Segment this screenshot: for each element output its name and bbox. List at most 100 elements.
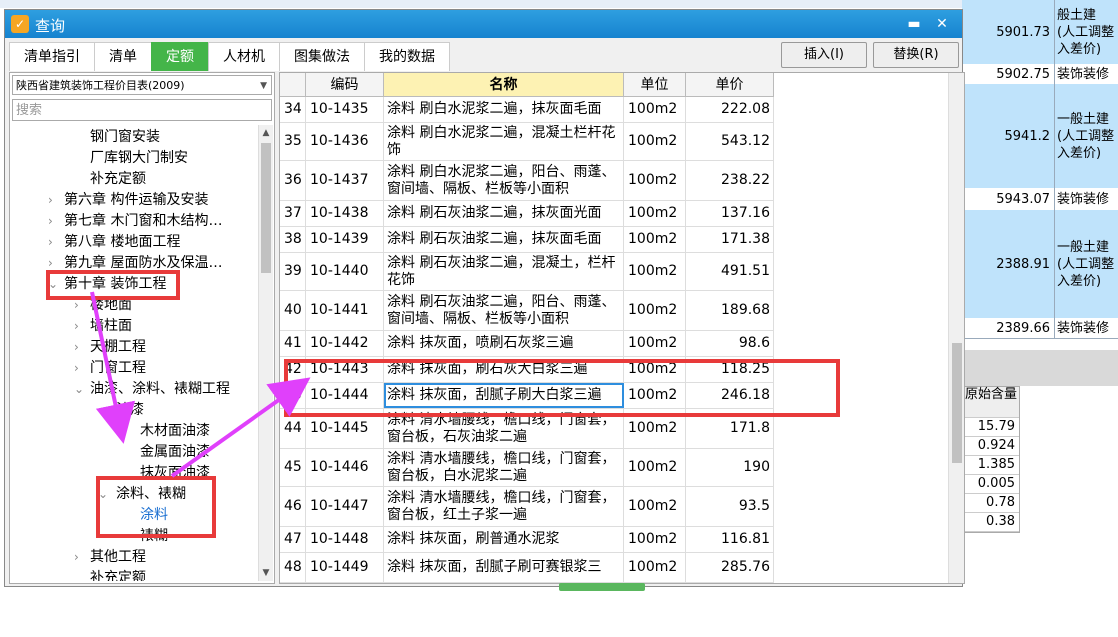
tree-node[interactable]: 第八章 楼地面工程 bbox=[64, 232, 180, 253]
row-index: 37 bbox=[280, 201, 306, 226]
background-table-cell: 0.38 bbox=[963, 513, 1019, 532]
row-index: 40 bbox=[280, 291, 306, 330]
scroll-down-icon[interactable]: ▼ bbox=[259, 565, 273, 581]
row-index: 36 bbox=[280, 161, 306, 200]
row-code: 10-1446 bbox=[306, 449, 384, 486]
row-code: 10-1438 bbox=[306, 201, 384, 226]
background-value: 5901.73 bbox=[996, 24, 1050, 40]
close-button[interactable]: ✕ bbox=[931, 14, 953, 34]
highlight-rows bbox=[284, 359, 840, 417]
resize-handle[interactable] bbox=[559, 583, 645, 591]
row-index: 46 bbox=[280, 487, 306, 526]
scroll-up-icon[interactable]: ▲ bbox=[259, 125, 273, 141]
tab-atlas[interactable]: 图集做法 bbox=[279, 42, 365, 71]
row-unit: 100m2 bbox=[624, 291, 686, 330]
background-value: 5943.07 bbox=[996, 191, 1050, 207]
tab-materials[interactable]: 人材机 bbox=[208, 42, 280, 71]
search-input[interactable]: 搜索 bbox=[12, 99, 272, 121]
tree-node[interactable]: 木材面油漆 bbox=[140, 421, 210, 442]
chevron-right-icon[interactable]: › bbox=[48, 211, 58, 232]
background-text: 装饰装修 bbox=[1054, 318, 1118, 338]
background-content-table: 原始含量 15.79 0.924 1.385 0.005 0.78 0.38 bbox=[962, 386, 1020, 533]
table-row[interactable]: 45 10-1446 涂料 清水墙腰线，檐口线，门窗套，窗台板，白水泥浆二遍 100m… bbox=[280, 449, 774, 487]
catalog-select-value: 陕西省建筑装饰工程价目表(2009) bbox=[16, 79, 185, 92]
background-row: 5902.75 装饰装修 bbox=[962, 64, 1118, 85]
tab-list-guide[interactable]: 清单指引 bbox=[9, 42, 95, 71]
row-code: 10-1436 bbox=[306, 123, 384, 160]
tree-node[interactable]: 金属面油漆 bbox=[140, 442, 210, 463]
chevron-down-icon[interactable]: ▼ bbox=[260, 76, 267, 96]
tree-scrollbar[interactable]: ▲ ▼ bbox=[258, 125, 273, 581]
row-price: 491.51 bbox=[686, 253, 774, 290]
row-code: 10-1437 bbox=[306, 161, 384, 200]
scroll-thumb[interactable] bbox=[261, 143, 271, 273]
background-text: 一般土建 (人工调整 入差价) bbox=[1054, 84, 1118, 188]
tree-node[interactable]: 补充定额 bbox=[90, 169, 146, 190]
row-price: 238.22 bbox=[686, 161, 774, 200]
table-row[interactable]: 39 10-1440 涂料 刷石灰油浆二遍，混凝土，栏杆花饰 100m2 491.51 bbox=[280, 253, 774, 291]
row-price: 222.08 bbox=[686, 97, 774, 122]
maximize-button[interactable]: ▬ bbox=[903, 14, 925, 34]
tree-node[interactable]: 第七章 木门窗和木结构… bbox=[64, 211, 222, 232]
background-table-cell: 1.385 bbox=[963, 456, 1019, 475]
row-price: 543.12 bbox=[686, 123, 774, 160]
tree-node[interactable]: 钢门窗安装 bbox=[90, 127, 160, 148]
chevron-right-icon[interactable]: › bbox=[74, 547, 84, 568]
background-row: 5941.2 一般土建 (人工调整 入差价) bbox=[962, 84, 1118, 189]
tree-node[interactable]: 门窗工程 bbox=[90, 358, 146, 379]
tree-node[interactable]: 第六章 构件运输及安装 bbox=[64, 190, 208, 211]
catalog-select[interactable]: 陕西省建筑装饰工程价目表(2009) ▼ bbox=[12, 75, 272, 95]
row-price: 189.68 bbox=[686, 291, 774, 330]
table-row[interactable]: 41 10-1442 涂料 抹灰面，喷刷石灰浆三遍 100m2 98.6 bbox=[280, 331, 774, 357]
header-code[interactable]: 编码 bbox=[306, 73, 384, 97]
table-row[interactable]: 48 10-1449 涂料 抹灰面，刮腻子刷可赛银浆三 100m2 285.76 bbox=[280, 553, 774, 583]
row-price: 116.81 bbox=[686, 527, 774, 552]
header-name[interactable]: 名称 bbox=[384, 73, 624, 97]
grid-scrollbar[interactable] bbox=[948, 73, 964, 583]
chevron-down-icon[interactable]: ⌄ bbox=[98, 400, 108, 421]
chevron-right-icon[interactable]: › bbox=[74, 337, 84, 358]
quota-grid: 编码 名称 单位 单价 34 10-1435 涂料 刷白水泥浆二遍，抹灰面毛面 100… bbox=[279, 72, 965, 584]
table-row[interactable]: 37 10-1438 涂料 刷石灰油浆二遍，抹灰面光面 100m2 137.16 bbox=[280, 201, 774, 227]
background-strip bbox=[0, 0, 1118, 8]
insert-button[interactable]: 插入(I) bbox=[781, 42, 867, 68]
tree-node[interactable]: 墙柱面 bbox=[90, 316, 132, 337]
table-row[interactable]: 40 10-1441 涂料 刷石灰油浆二遍，阳台、雨蓬、窗间墙、隔板、栏板等小面积 1… bbox=[280, 291, 774, 331]
header-unit[interactable]: 单位 bbox=[624, 73, 686, 97]
chevron-right-icon[interactable]: › bbox=[74, 316, 84, 337]
tree-node[interactable]: 厂库钢大门制安 bbox=[90, 148, 188, 169]
row-name: 涂料 刷石灰油浆二遍，混凝土，栏杆花饰 bbox=[384, 253, 624, 290]
chevron-right-icon[interactable]: › bbox=[74, 358, 84, 379]
highlight-coating bbox=[96, 476, 216, 538]
chevron-down-icon[interactable]: ⌄ bbox=[74, 379, 84, 400]
tree-node[interactable]: 补充定额 bbox=[90, 568, 146, 581]
chevron-right-icon[interactable]: › bbox=[48, 190, 58, 211]
tree-node[interactable]: 其他工程 bbox=[90, 547, 146, 568]
row-name: 涂料 刷白水泥浆二遍，抹灰面毛面 bbox=[384, 97, 624, 122]
table-row[interactable]: 36 10-1437 涂料 刷白水泥浆二遍，阳台、雨蓬、窗间墙、隔板、栏板等小面积 1… bbox=[280, 161, 774, 201]
header-index bbox=[280, 73, 306, 97]
tree-node[interactable]: 油漆、涂料、裱糊工程 bbox=[90, 379, 230, 400]
table-row[interactable]: 35 10-1436 涂料 刷白水泥浆二遍，混凝土栏杆花饰 100m2 543.12 bbox=[280, 123, 774, 161]
table-row[interactable]: 38 10-1439 涂料 刷石灰油浆二遍，抹灰面毛面 100m2 171.38 bbox=[280, 227, 774, 253]
row-unit: 100m2 bbox=[624, 227, 686, 252]
chevron-right-icon[interactable]: › bbox=[48, 232, 58, 253]
tab-list[interactable]: 清单 bbox=[94, 42, 152, 71]
tab-my-data[interactable]: 我的数据 bbox=[364, 42, 450, 71]
header-price[interactable]: 单价 bbox=[686, 73, 774, 97]
row-price: 93.5 bbox=[686, 487, 774, 526]
table-row[interactable]: 47 10-1448 涂料 抹灰面，刷普通水泥浆 100m2 116.81 bbox=[280, 527, 774, 553]
row-index: 48 bbox=[280, 553, 306, 582]
table-row[interactable]: 34 10-1435 涂料 刷白水泥浆二遍，抹灰面毛面 100m2 222.08 bbox=[280, 97, 774, 123]
row-code: 10-1440 bbox=[306, 253, 384, 290]
tree-node[interactable]: 天棚工程 bbox=[90, 337, 146, 358]
table-row[interactable]: 46 10-1447 涂料 清水墙腰线，檐口线，门窗套，窗台板，红土子浆一遍 100m… bbox=[280, 487, 774, 527]
replace-button[interactable]: 替换(R) bbox=[873, 42, 959, 68]
tab-quota[interactable]: 定额 bbox=[151, 42, 209, 71]
row-unit: 100m2 bbox=[624, 487, 686, 526]
row-price: 190 bbox=[686, 449, 774, 486]
tree-node[interactable]: 油漆 bbox=[116, 400, 144, 421]
row-index: 39 bbox=[280, 253, 306, 290]
scroll-thumb[interactable] bbox=[952, 343, 962, 463]
dialog-titlebar[interactable]: ✓ 查询 ▬ ✕ bbox=[5, 10, 962, 38]
